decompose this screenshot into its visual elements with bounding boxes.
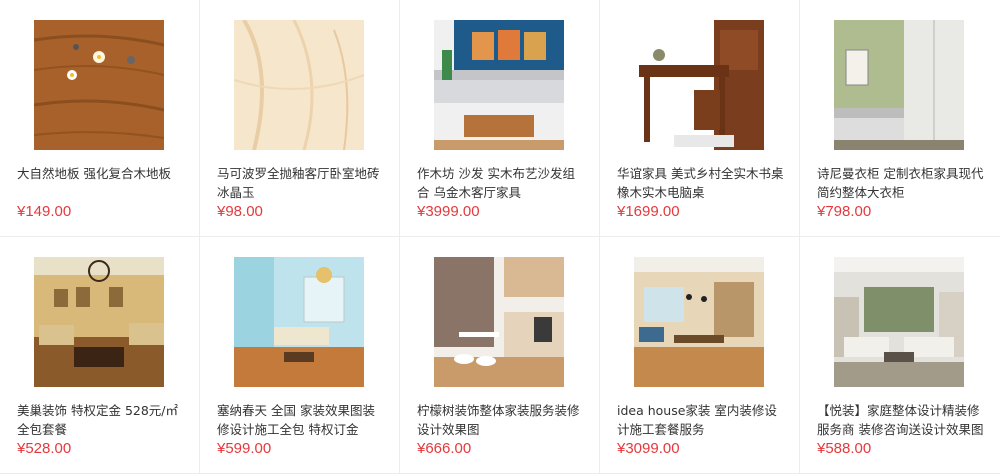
product-card-sofa[interactable]: 作木坊 沙发 实木布艺沙发组合 乌金木客厅家具 ¥3999.00	[400, 0, 600, 237]
product-price: ¥599.00	[217, 440, 272, 457]
product-card-lemon-tree[interactable]: 柠檬树装饰整体家装服务装修设计效果图 ¥666.00	[400, 237, 600, 474]
product-title[interactable]: idea house家装 室内装修设计施工套餐服务	[617, 401, 787, 439]
product-price: ¥3099.00	[617, 440, 680, 457]
product-price: ¥3999.00	[417, 203, 480, 220]
product-price: ¥528.00	[17, 440, 72, 457]
product-image[interactable]	[234, 257, 364, 387]
product-image[interactable]	[634, 20, 764, 150]
product-card-wood-floor[interactable]: 大自然地板 强化复合木地板 ¥149.00	[0, 0, 200, 237]
product-image[interactable]	[834, 257, 964, 387]
product-card-yuezhuang[interactable]: 【悦装】家庭整体设计精装修服务商 装修咨询送设计效果图 ¥588.00	[800, 237, 1000, 474]
product-title[interactable]: 【悦装】家庭整体设计精装修服务商 装修咨询送设计效果图	[817, 401, 987, 439]
product-title[interactable]: 大自然地板 强化复合木地板	[17, 164, 187, 183]
product-title[interactable]: 作木坊 沙发 实木布艺沙发组合 乌金木客厅家具	[417, 164, 587, 202]
product-image[interactable]	[34, 20, 164, 150]
product-title[interactable]: 美巢装饰 特权定金 528元/㎡全包套餐	[17, 401, 187, 439]
product-image[interactable]	[634, 257, 764, 387]
product-title[interactable]: 马可波罗全抛釉客厅卧室地砖冰晶玉	[217, 164, 387, 202]
product-card-desk[interactable]: 华谊家具 美式乡村全实木书桌 橡木实木电脑桌 ¥1699.00	[600, 0, 800, 237]
product-price: ¥588.00	[817, 440, 872, 457]
product-title[interactable]: 柠檬树装饰整体家装服务装修设计效果图	[417, 401, 587, 439]
product-card-wardrobe[interactable]: 诗尼曼衣柜 定制衣柜家具现代简约整体大衣柜 ¥798.00	[800, 0, 1000, 237]
product-image[interactable]	[434, 257, 564, 387]
product-image[interactable]	[834, 20, 964, 150]
product-image[interactable]	[34, 257, 164, 387]
product-price: ¥98.00	[217, 203, 263, 220]
product-image[interactable]	[234, 20, 364, 150]
product-card-tile[interactable]: 马可波罗全抛釉客厅卧室地砖冰晶玉 ¥98.00	[200, 0, 400, 237]
product-card-seine[interactable]: 塞纳春天 全国 家装效果图装修设计施工全包 特权订金 ¥599.00	[200, 237, 400, 474]
product-title[interactable]: 塞纳春天 全国 家装效果图装修设计施工全包 特权订金	[217, 401, 387, 439]
product-price: ¥666.00	[417, 440, 472, 457]
product-price: ¥1699.00	[617, 203, 680, 220]
product-grid: 大自然地板 强化复合木地板 ¥149.00 马可波罗全抛釉客厅卧室地砖冰晶玉 ¥…	[0, 0, 1000, 474]
product-price: ¥798.00	[817, 203, 872, 220]
product-card-idea-house[interactable]: idea house家装 室内装修设计施工套餐服务 ¥3099.00	[600, 237, 800, 474]
product-image[interactable]	[434, 20, 564, 150]
product-price: ¥149.00	[17, 203, 72, 220]
product-title[interactable]: 华谊家具 美式乡村全实木书桌 橡木实木电脑桌	[617, 164, 787, 202]
product-title[interactable]: 诗尼曼衣柜 定制衣柜家具现代简约整体大衣柜	[817, 164, 987, 202]
product-card-meichao[interactable]: 美巢装饰 特权定金 528元/㎡全包套餐 ¥528.00	[0, 237, 200, 474]
